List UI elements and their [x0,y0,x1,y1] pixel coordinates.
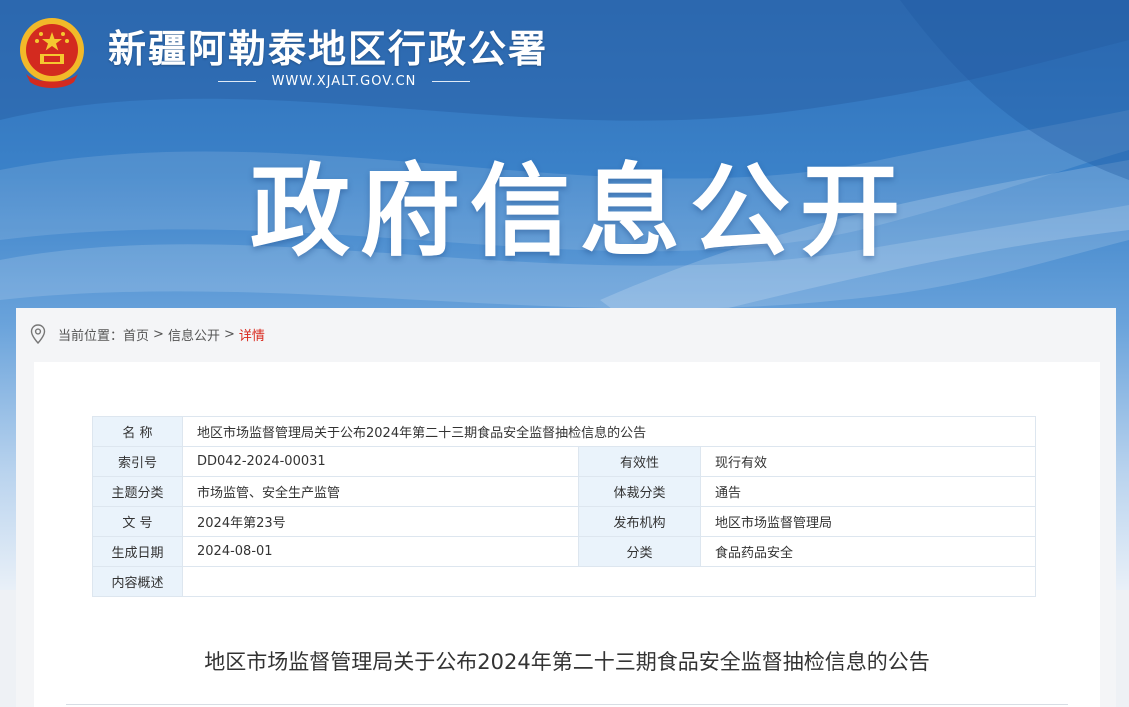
table-row: 索引号 DD042-2024-00031 有效性 现行有效 [92,446,1036,477]
meta-value: 地区市场监督管理局 [700,506,1036,537]
document-metadata-table: 名 称 地区市场监督管理局关于公布2024年第二十三期食品安全监督抽检信息的公告… [92,416,1036,597]
breadcrumb-info-link[interactable]: 信息公开 [168,325,220,344]
site-title[interactable]: 新疆阿勒泰地区行政公署 [108,18,548,73]
meta-label: 文 号 [92,506,183,537]
table-row: 主题分类 市场监管、安全生产监管 体裁分类 通告 [92,476,1036,507]
meta-value: DD042-2024-00031 [182,446,579,477]
breadcrumb-current: 详情 [238,328,265,344]
url-divider-right [431,80,470,82]
table-row: 名 称 地区市场监督管理局关于公布2024年第二十三期食品安全监督抽检信息的公告 [92,416,1036,447]
meta-label: 生成日期 [92,536,183,567]
meta-label: 分类 [578,536,701,567]
breadcrumb-separator: > [223,326,235,342]
url-divider-left [218,80,256,82]
meta-value: 2024-08-01 [182,536,579,567]
meta-value: 2024年第23号 [182,506,579,537]
document-title: 地区市场监督管理局关于公布2024年第二十三期食品安全监督抽检信息的公告 [204,650,930,674]
breadcrumb-home-link[interactable]: 首页 [123,325,149,344]
table-row: 生成日期 2024-08-01 分类 食品药品安全 [92,536,1036,567]
breadcrumb-prefix: 当前位置： [58,328,124,344]
national-emblem-icon [20,18,84,88]
meta-label: 发布机构 [578,506,701,537]
site-url[interactable]: WWW.XJALT.GOV.CN [272,74,417,89]
meta-label-summary: 内容概述 [92,566,183,597]
location-pin-icon [30,324,46,344]
meta-value: 现行有效 [700,446,1036,477]
breadcrumb: 当前位置： 首页 > 信息公开 > 详情 [30,323,265,345]
meta-label: 体裁分类 [578,476,701,507]
meta-value-summary [182,566,1036,597]
meta-label: 主题分类 [92,476,183,507]
title-divider [66,704,1068,705]
table-row: 内容概述 [92,566,1036,597]
meta-label: 索引号 [92,446,183,477]
site-url-row: WWW.XJALT.GOV.CN [218,72,470,90]
meta-label: 有效性 [578,446,701,477]
meta-value-name: 地区市场监督管理局关于公布2024年第二十三期食品安全监督抽检信息的公告 [182,416,1036,447]
breadcrumb-separator: > [153,326,164,342]
meta-value: 通告 [700,476,1036,507]
meta-label-name: 名 称 [92,416,183,447]
hero-title: 政府信息公开 [250,153,910,270]
table-row: 文 号 2024年第23号 发布机构 地区市场监督管理局 [92,506,1036,537]
meta-value: 市场监管、安全生产监管 [182,476,579,507]
meta-value: 食品药品安全 [700,536,1036,567]
